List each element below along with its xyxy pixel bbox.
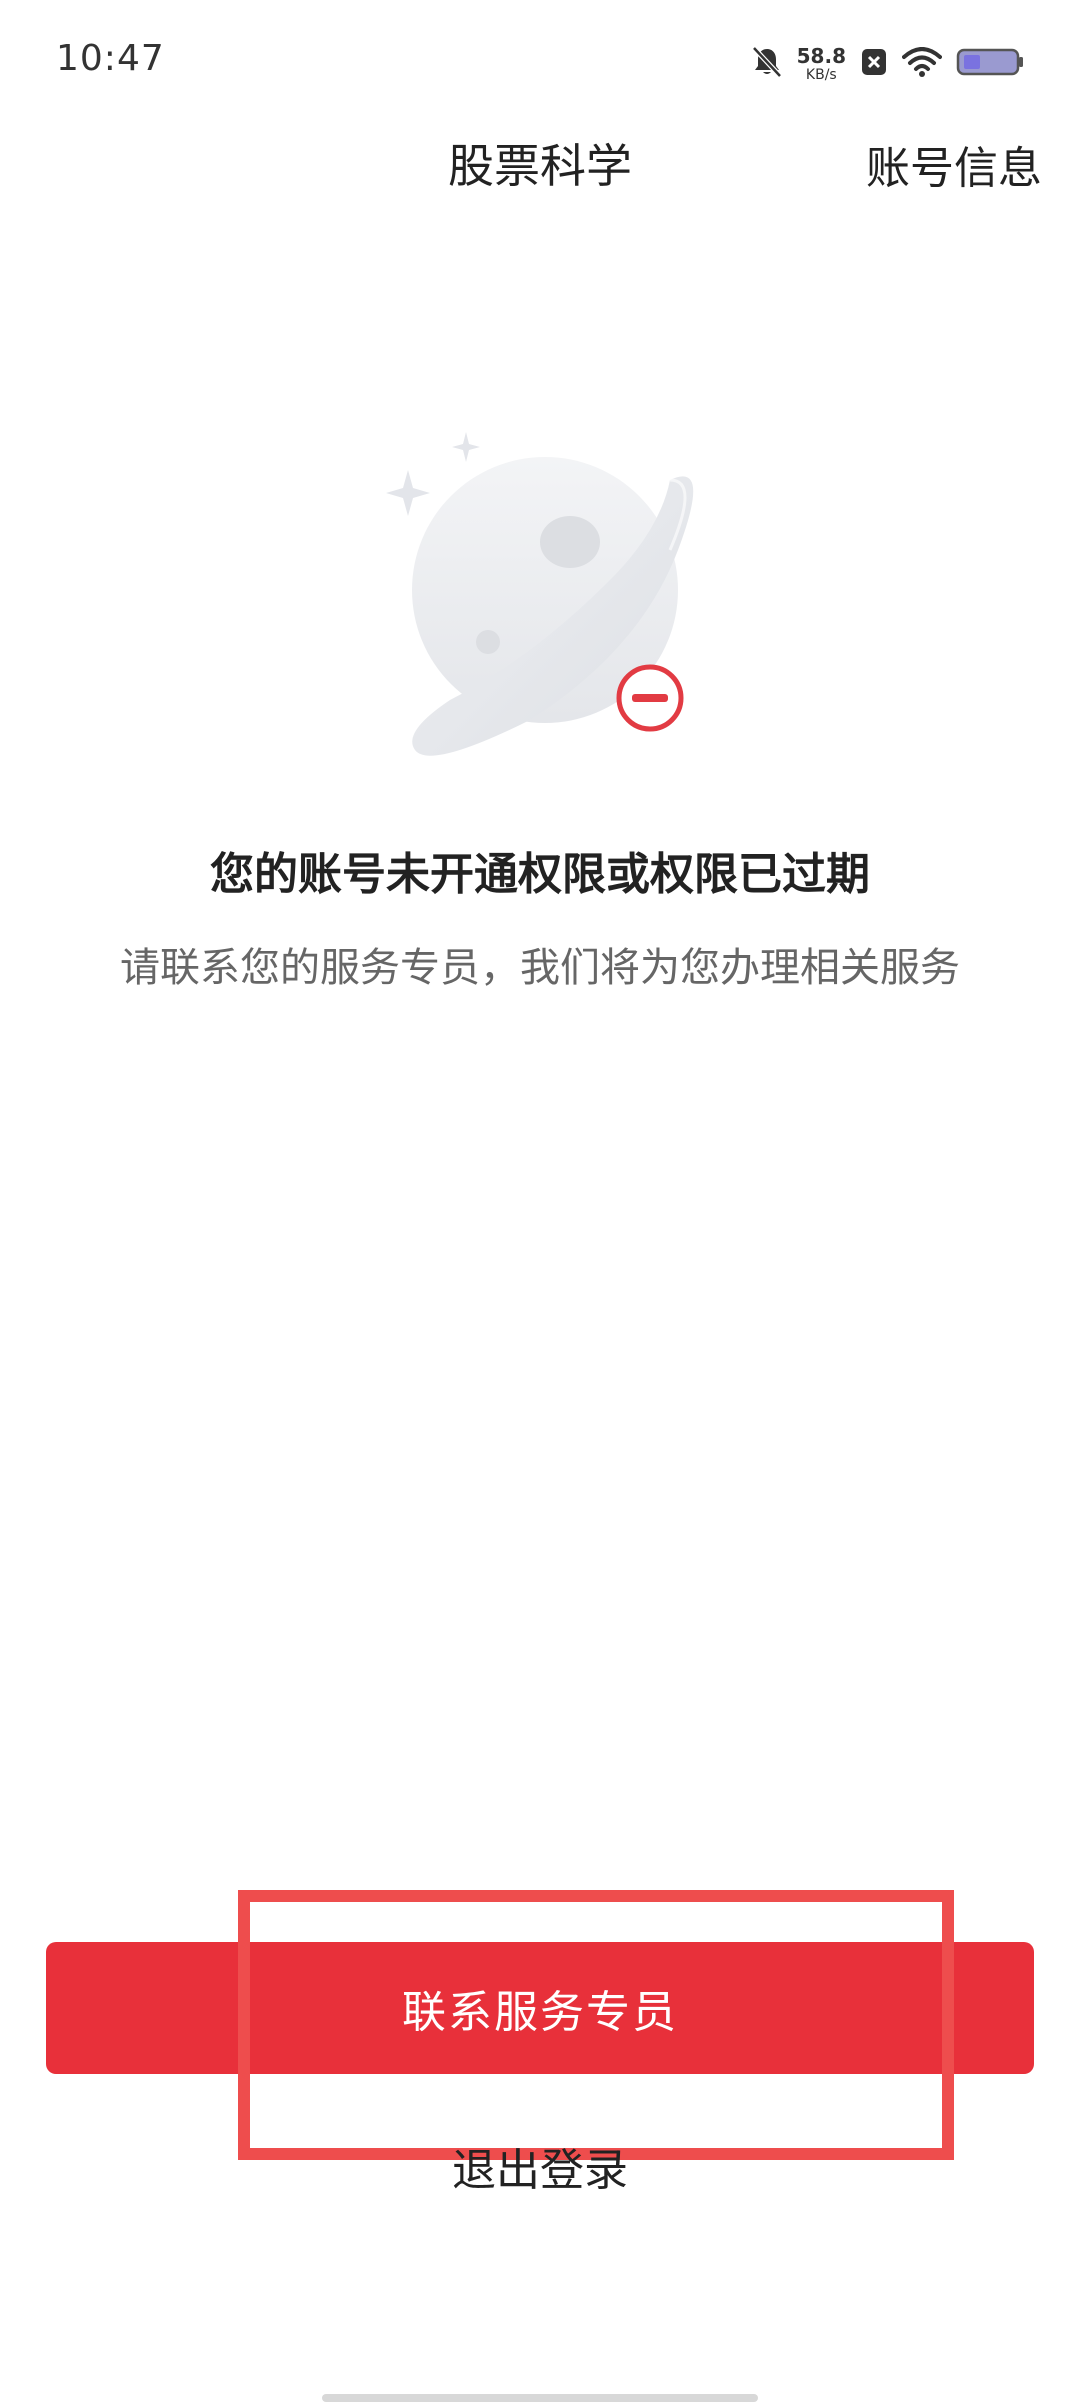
account-info-button[interactable]: 账号信息 <box>866 132 1042 196</box>
close-badge-icon <box>860 47 888 81</box>
sparkle-small-icon <box>452 432 480 462</box>
logout-button[interactable]: 退出登录 <box>0 2134 1080 2198</box>
net-speed: 58.8 KB/s <box>797 46 846 82</box>
wifi-icon <box>902 47 942 81</box>
status-time: 10:47 <box>56 38 165 79</box>
home-indicator <box>322 2394 758 2402</box>
net-speed-value: 58.8 <box>796 44 846 68</box>
message-title: 您的账号未开通权限或权限已过期 <box>210 849 870 900</box>
status-icons: 58.8 KB/s <box>751 40 1024 88</box>
sparkle-icon <box>386 470 430 516</box>
no-permission-illustration <box>370 420 710 780</box>
battery-icon <box>956 47 1024 81</box>
message-subtitle: 请联系您的服务专员，我们将为您办理相关服务 <box>120 945 960 991</box>
screen: 10:47 58.8 KB/s 股票科学 账号信息 您的账号未开通权限或权限已过… <box>0 0 1080 2408</box>
net-speed-unit: KB/s <box>805 67 837 83</box>
bell-off-icon <box>751 45 783 83</box>
contact-service-button[interactable]: 联系服务专员 <box>46 1942 1034 2074</box>
status-bar: 10:47 58.8 KB/s <box>0 0 1080 120</box>
nav-bar: 股票科学 账号信息 <box>0 120 1080 204</box>
